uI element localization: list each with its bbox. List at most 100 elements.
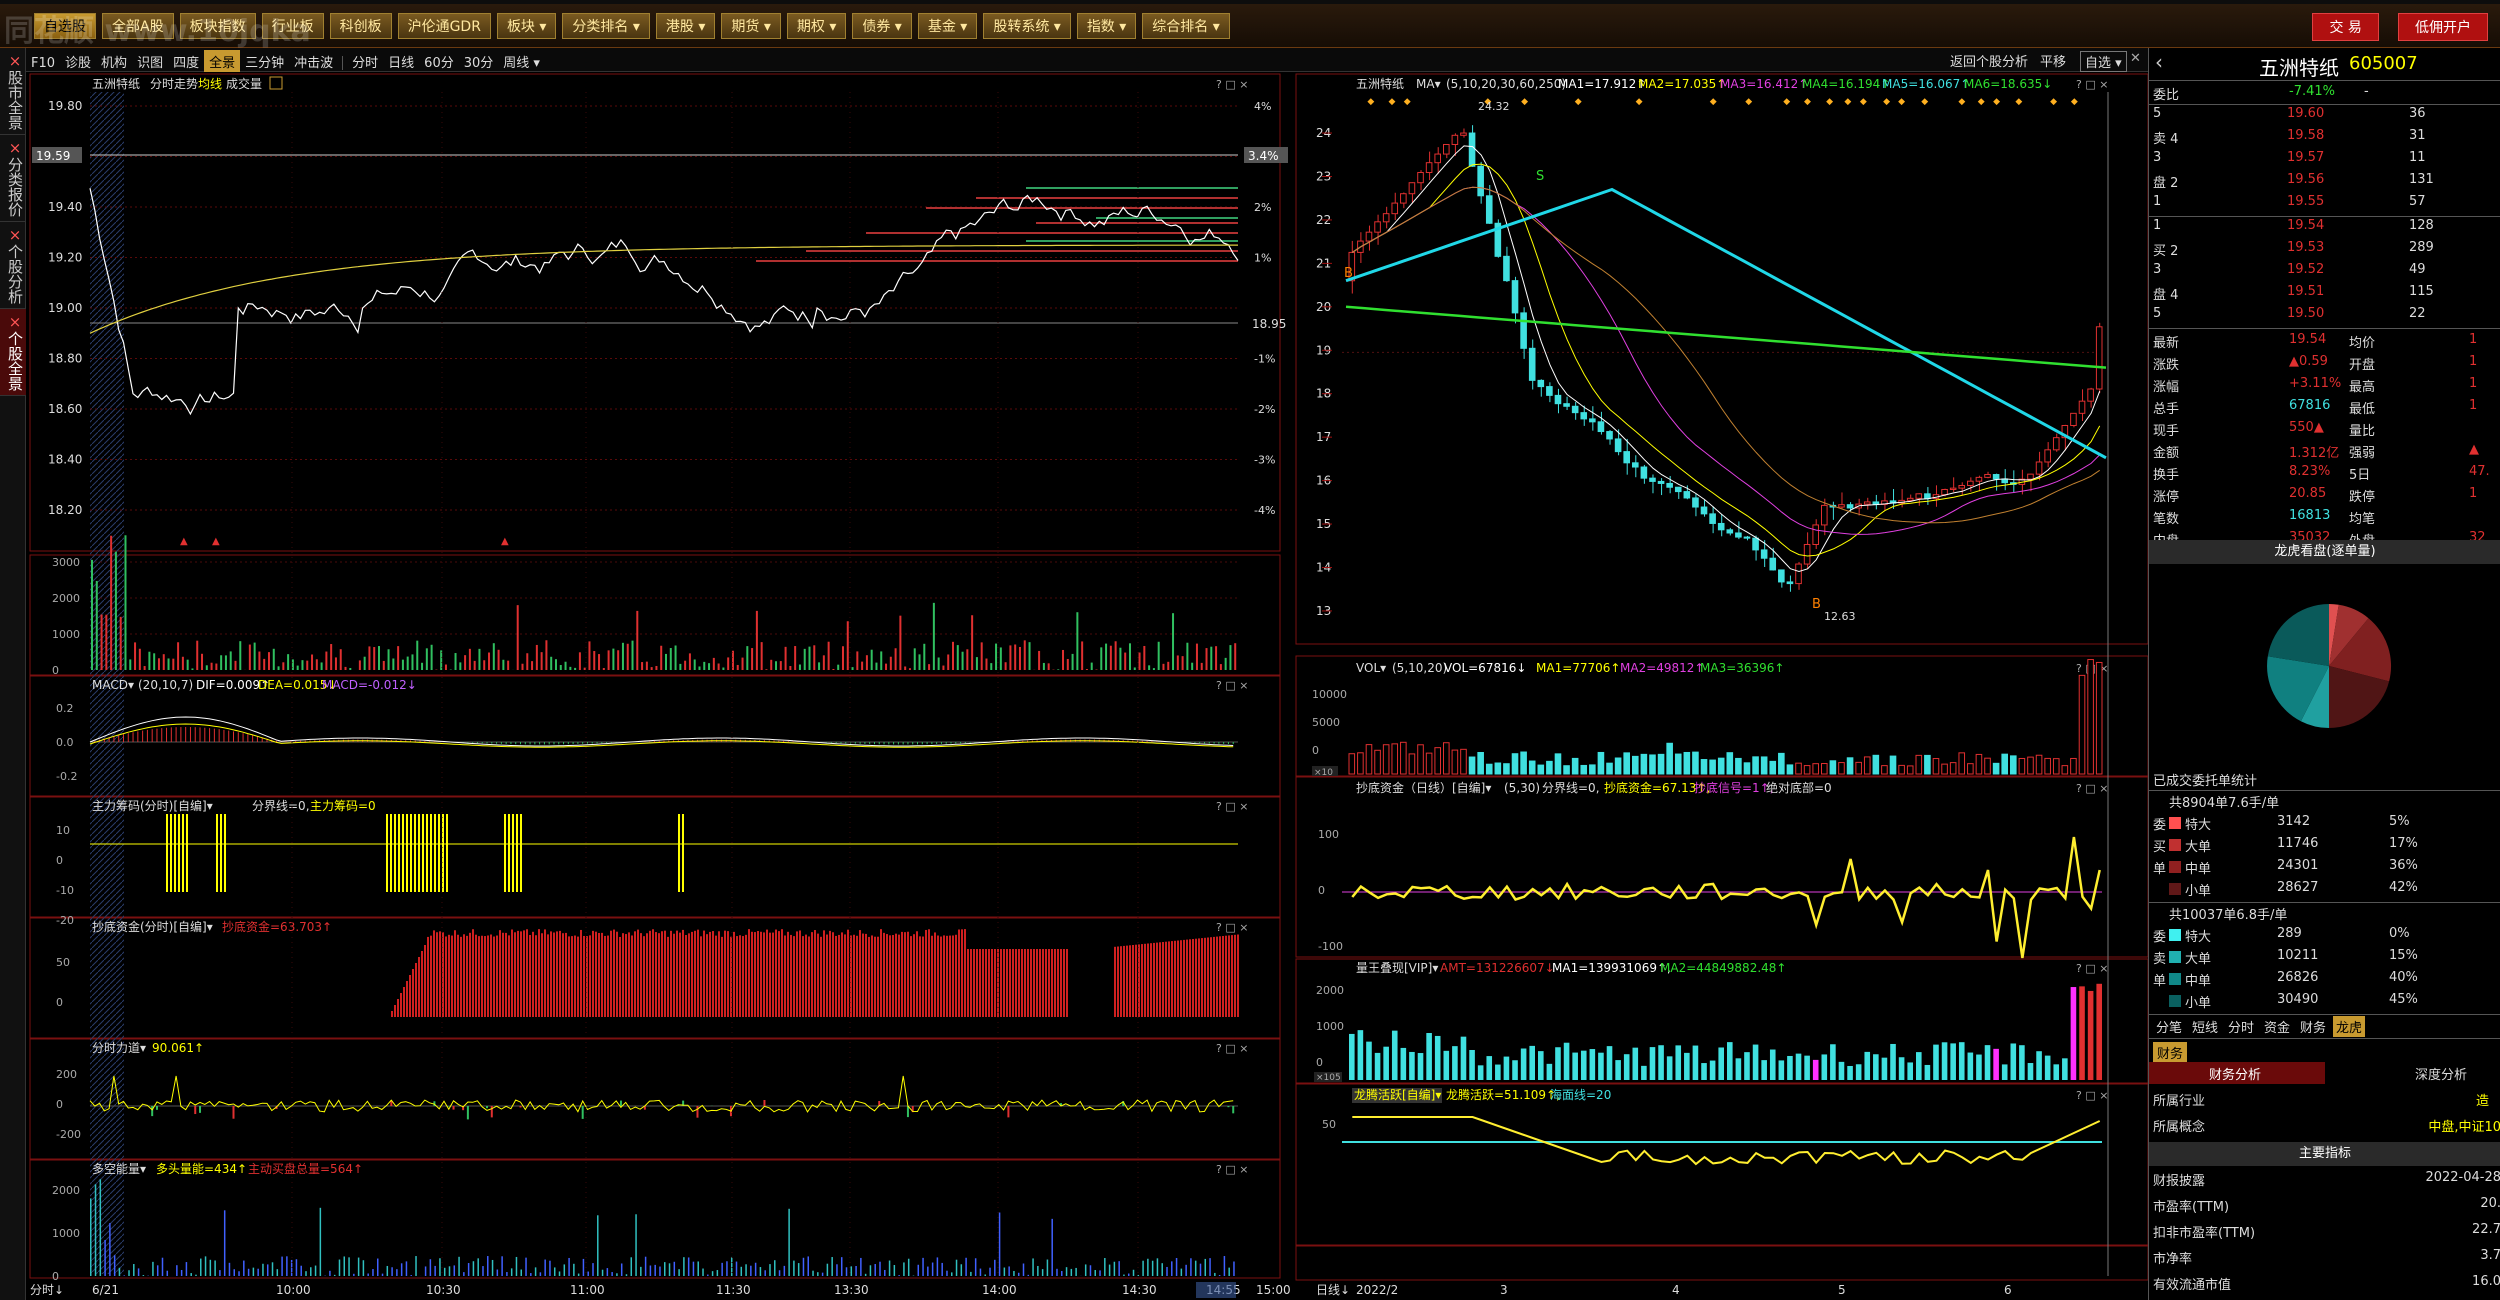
toolbar-btn[interactable]: 全部A股 [102,13,174,39]
dknl-bar [1171,1261,1173,1276]
leftnav-item[interactable]: ×个股全景 [0,309,26,396]
cdzj-bar [607,935,609,1017]
tab[interactable]: 周线 ▾ [498,50,545,73]
dknl-bar [94,1184,97,1276]
legend-swatch [2169,817,2181,829]
candle [1632,462,1639,468]
vol-bar [301,660,304,670]
depth-bar [756,260,1238,262]
cdzj-bar [484,936,486,1017]
tab[interactable]: 冲击波 [289,50,338,73]
back-to-analysis-link[interactable]: 返回个股分析 [1950,51,2028,70]
cdzj-bar [1171,941,1173,1017]
candle [1434,153,1441,164]
dknl-bar [951,1272,953,1276]
open-account-button[interactable]: 低佣开户 [2398,13,2488,41]
concept-label: 所属概念 [2153,1120,2206,1135]
leftnav-close-icon[interactable]: × [6,52,24,70]
sell-row-side: 委 [2153,930,2167,945]
sell-level-label: 5 [2153,106,2162,121]
pan-toggle[interactable]: 平移 [2040,51,2066,70]
tab[interactable]: 全景 [204,50,241,73]
vol-bar [665,653,667,670]
toolbar-btn[interactable]: 板块指数 [179,13,256,39]
tab[interactable]: 四度 [168,50,204,73]
bottom-tab[interactable]: 短线 [2189,1016,2221,1037]
close-icon[interactable]: ✕ [2130,51,2141,66]
tab[interactable]: 日线 [383,50,419,73]
tab[interactable]: 30分 [459,50,499,73]
toolbar-btn[interactable]: 自选股 [34,13,96,39]
pane-controls[interactable]: ? □ × [1216,800,1248,813]
zlcm-bar [386,814,388,892]
toolbar-btn[interactable]: 科创板 [329,13,392,39]
finance-tab[interactable]: 财务 [2153,1042,2188,1063]
tab[interactable]: 分时 [347,50,383,73]
fsld-tick: 200 [56,1068,77,1081]
dknl-bar [620,1263,623,1276]
cdzj-bar [424,945,426,1017]
tab[interactable]: 三分钟 [240,50,289,73]
lwzt-bar [1391,1030,1398,1080]
toolbar-btn[interactable]: 板块 ▾ [496,13,557,39]
lwzt-bar [1615,1060,1621,1080]
toolbar-btn[interactable]: 期货 ▾ [721,13,781,39]
kvol-tick: 5000 [1312,716,1340,729]
tab[interactable]: 60分 [419,50,459,73]
toolbar-btn[interactable]: 期权 ▾ [786,13,847,39]
buy-row-pct: 42% [2389,880,2418,895]
pane-controls[interactable]: ? □ × [1216,679,1248,692]
pane-controls[interactable]: ? □ × [1216,1163,1248,1176]
toolbar-btn[interactable]: 行业板 [261,13,324,39]
leftnav-item[interactable]: ×个股分析 [0,222,26,309]
toolbar-btn[interactable]: 股转系统 ▾ [983,13,1071,39]
pane-controls[interactable]: ? □ × [1216,78,1248,91]
cdzj-bar [685,935,687,1017]
tab[interactable]: 诊股 [60,50,96,73]
leftnav-close-icon[interactable]: × [6,139,24,157]
kcdzj-signal: 抄底信号=1↑, [1694,780,1774,795]
pane-controls[interactable]: ? □ × [2076,962,2108,975]
toolbar-btn[interactable]: 基金 ▾ [917,13,978,39]
toolbar-btn[interactable]: 债券 ▾ [852,13,912,39]
dknl-bar [898,1275,900,1276]
cdzj-bar [871,935,873,1017]
vol-bar [1172,613,1175,670]
pane-controls[interactable]: ? □ × [2076,1089,2108,1102]
zlcm-bar [186,814,188,892]
pane-controls[interactable]: ? □ × [2076,782,2108,795]
toolbar-btn[interactable]: 港股 ▾ [655,13,716,39]
tab[interactable]: 识图 [132,50,168,73]
pane-controls[interactable]: ? □ × [1216,1042,1248,1055]
leftnav-close-icon[interactable]: × [6,313,24,331]
kvol-bar [1760,756,1768,775]
trade-button[interactable]: 交 易 [2312,13,2379,41]
pane-controls[interactable]: ? □ × [2076,78,2108,91]
watchlist-dropdown[interactable]: 自选 ▾ [2080,51,2127,72]
back-icon[interactable]: ‹ [2155,50,2163,74]
leftnav-close-icon[interactable]: × [6,226,24,244]
toolbar-btn[interactable]: 分类排名 ▾ [562,13,650,39]
dknl-bar [1027,1274,1030,1276]
leftnav-item[interactable]: ×股市全景 [0,48,26,135]
bottom-tab[interactable]: 龙虎 [2333,1016,2366,1037]
stat-label: 总手 [2153,402,2180,417]
bottom-tab[interactable]: 分时 [2225,1016,2257,1037]
toolbar-btn[interactable]: 指数 ▾ [1076,13,1137,39]
vol-bar [765,669,768,670]
vol-bar [411,654,414,670]
vol-bar [382,660,385,670]
tab[interactable]: 机构 [96,50,132,73]
toolbar-btn[interactable]: 沪伦通GDR [397,13,491,39]
dknl-bar [644,1256,647,1276]
leftnav-item[interactable]: ×分类报价 [0,135,26,222]
kvol-bar [1984,757,1991,775]
dknl-bar [821,1272,824,1276]
toolbar-btn[interactable]: 综合排名 ▾ [1142,13,1230,39]
tab[interactable]: F10 [26,54,60,73]
candle [1460,132,1467,136]
bottom-tab[interactable]: 分笔 [2153,1016,2185,1037]
bottom-tab[interactable]: 财务 [2297,1016,2329,1037]
bottom-tab[interactable]: 资金 [2261,1016,2293,1037]
pane-controls[interactable]: ? □ × [1216,921,1248,934]
